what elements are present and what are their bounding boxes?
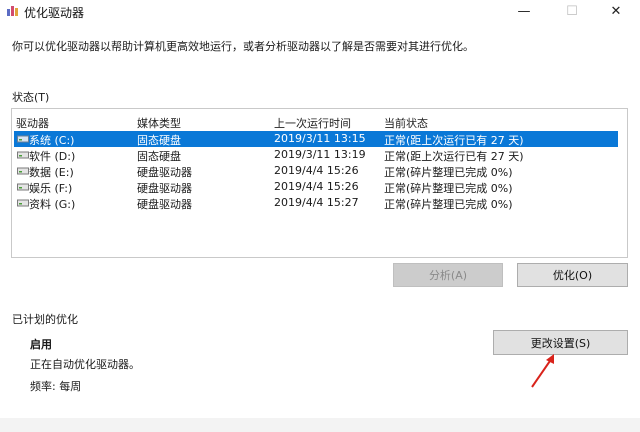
drive-row-d[interactable]: 软件 (D:) 固态硬盘 2019/3/11 13:19 正常(距上次运行已有 … <box>14 147 618 163</box>
analyze-button[interactable]: 分析(A) <box>393 263 503 287</box>
defrag-app-icon <box>7 6 18 16</box>
drive-media-type: 固态硬盘 <box>137 134 181 147</box>
drive-last-run: 2019/4/4 15:26 <box>274 180 359 193</box>
drive-row-e[interactable]: 数据 (E:) 硬盘驱动器 2019/4/4 15:26 正常(碎片整理已完成 … <box>14 163 618 179</box>
drive-status: 正常(碎片整理已完成 0%) <box>384 198 513 211</box>
drive-list[interactable]: 驱动器 媒体类型 上一次运行时间 当前状态 系统 (C:) 固态硬盘 2019/… <box>11 108 628 258</box>
schedule-state: 启用 <box>30 338 52 351</box>
drive-name: 数据 (E:) <box>29 166 74 179</box>
column-header-drive[interactable]: 驱动器 <box>16 115 49 131</box>
drive-name: 资料 (G:) <box>29 198 76 211</box>
scheduled-optimization-label: 已计划的优化 <box>12 313 78 326</box>
schedule-frequency: 频率: 每周 <box>30 380 82 393</box>
change-settings-button[interactable]: 更改设置(S) <box>493 330 628 355</box>
minimize-button[interactable]: — <box>502 0 546 22</box>
drive-icon <box>17 135 29 143</box>
drive-last-run: 2019/4/4 15:26 <box>274 164 359 177</box>
drive-row-c[interactable]: 系统 (C:) 固态硬盘 2019/3/11 13:15 正常(距上次运行已有 … <box>14 131 618 147</box>
drive-icon <box>17 167 29 175</box>
drive-icon <box>17 199 29 207</box>
drive-icon <box>17 151 29 159</box>
title-bar: 优化驱动器 — ☐ ✕ <box>0 0 640 22</box>
drive-media-type: 硬盘驱动器 <box>137 198 192 211</box>
drive-icon <box>17 183 29 191</box>
drive-media-type: 固态硬盘 <box>137 150 181 163</box>
drive-status: 正常(碎片整理已完成 0%) <box>384 166 513 179</box>
red-arrow-annotation-icon <box>531 354 554 388</box>
drive-media-type: 硬盘驱动器 <box>137 166 192 179</box>
optimize-button[interactable]: 优化(O) <box>517 263 628 287</box>
drive-name: 软件 (D:) <box>29 150 76 163</box>
maximize-button[interactable]: ☐ <box>550 0 594 22</box>
window-title: 优化驱动器 <box>24 6 85 20</box>
drive-status: 正常(距上次运行已有 27 天) <box>384 150 524 163</box>
status-section-label: 状态(T) <box>12 91 50 104</box>
drive-name: 娱乐 (F:) <box>29 182 73 195</box>
bottom-strip <box>0 418 640 432</box>
drive-status: 正常(碎片整理已完成 0%) <box>384 182 513 195</box>
drive-row-g[interactable]: 资料 (G:) 硬盘驱动器 2019/4/4 15:27 正常(碎片整理已完成 … <box>14 195 618 211</box>
drive-last-run: 2019/3/11 13:19 <box>274 148 366 161</box>
drive-status: 正常(距上次运行已有 27 天) <box>384 134 524 147</box>
drive-last-run: 2019/4/4 15:27 <box>274 196 359 209</box>
column-header-media-type[interactable]: 媒体类型 <box>137 115 181 131</box>
drive-row-f[interactable]: 娱乐 (F:) 硬盘驱动器 2019/4/4 15:26 正常(碎片整理已完成 … <box>14 179 618 195</box>
description-text: 你可以优化驱动器以帮助计算机更高效地运行，或者分析驱动器以了解是否需要对其进行优… <box>12 40 474 53</box>
drive-last-run: 2019/3/11 13:15 <box>274 132 366 145</box>
close-button[interactable]: ✕ <box>594 0 638 22</box>
drive-name: 系统 (C:) <box>29 134 75 147</box>
column-header-current-status[interactable]: 当前状态 <box>384 115 428 131</box>
drive-media-type: 硬盘驱动器 <box>137 182 192 195</box>
schedule-auto-text: 正在自动优化驱动器。 <box>30 358 140 371</box>
column-header-last-run[interactable]: 上一次运行时间 <box>274 115 351 131</box>
